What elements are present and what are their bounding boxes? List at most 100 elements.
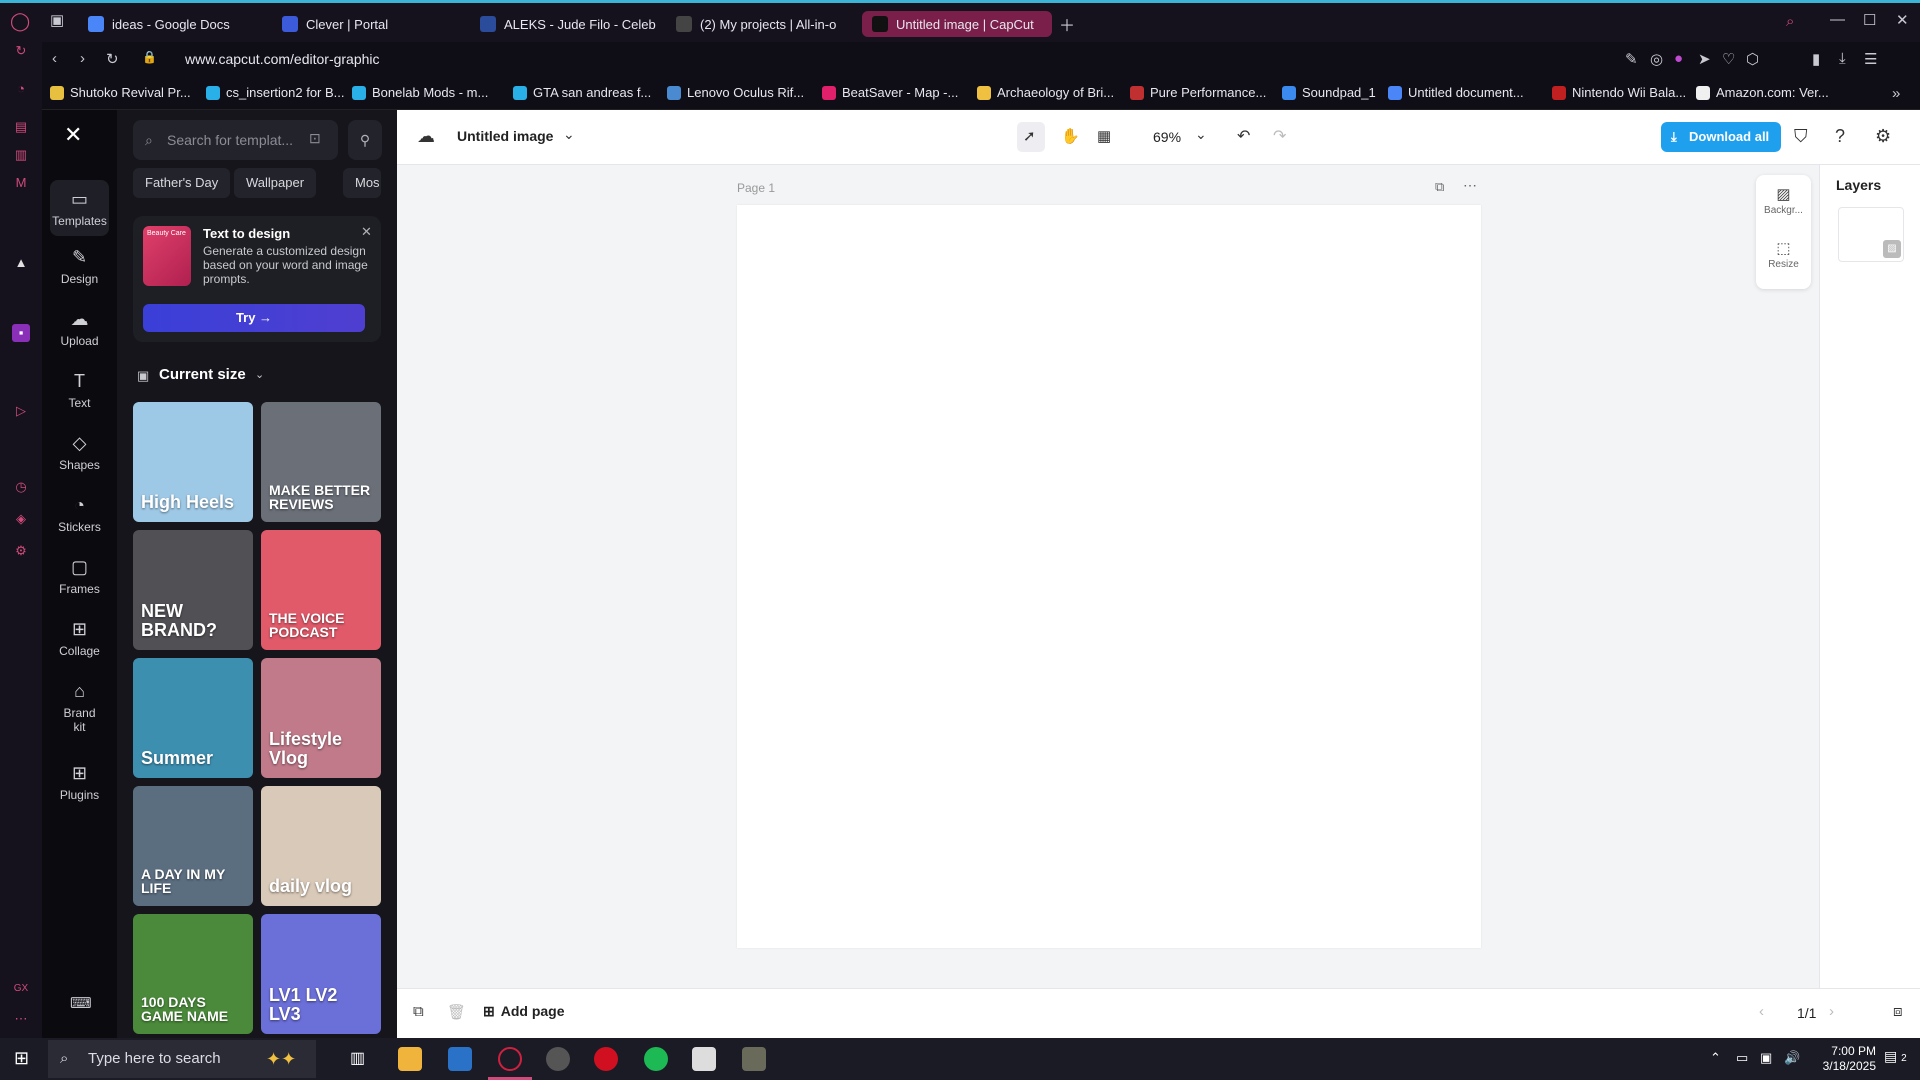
bookmark-item[interactable]: Shutoko Revival Pr...	[50, 85, 191, 100]
refresh-icon[interactable]: ↻	[12, 42, 30, 60]
show-hidden-icons[interactable]: ⌃	[1710, 1050, 1721, 1066]
page-more-icon[interactable]: ⋯	[1463, 177, 1477, 194]
undo-icon[interactable]: ↶	[1237, 126, 1250, 146]
prev-page-icon[interactable]: ‹	[1759, 1003, 1764, 1020]
mail-icon[interactable]: M	[12, 174, 30, 192]
rail-item-design[interactable]: ✎ Design	[42, 246, 117, 286]
chip-more[interactable]: Mos	[343, 168, 381, 198]
box-icon[interactable]: ⬡	[1746, 50, 1759, 68]
shield-icon[interactable]: ⛉	[1794, 126, 1808, 147]
vpn-icon[interactable]: ●	[1674, 50, 1683, 67]
bookmark-item[interactable]: BeatSaver - Map -...	[822, 85, 958, 100]
wallet-icon[interactable]: ▥	[12, 146, 30, 164]
zoom-level[interactable]: 69%	[1153, 129, 1181, 145]
triangle-app-icon[interactable]: ▲	[12, 254, 30, 272]
edit-icon[interactable]: ✎	[1625, 50, 1638, 68]
chevron-down-icon[interactable]: ⌄	[1195, 126, 1207, 143]
rail-item-stickers[interactable]: ◔ Stickers	[42, 494, 117, 534]
heart-icon[interactable]: ♡	[1722, 50, 1735, 68]
rail-item-plugins[interactable]: ⊞ Plugins	[42, 762, 117, 802]
chevron-down-icon[interactable]: ⌄	[255, 368, 264, 381]
back-icon[interactable]: ‹	[52, 50, 57, 67]
tray-icon[interactable]: ▭	[1736, 1050, 1748, 1066]
download-all-button[interactable]: ⤓ Download all	[1661, 122, 1781, 152]
volume-icon[interactable]: 🔊	[1784, 1050, 1800, 1066]
player-icon[interactable]: ▷	[12, 402, 30, 420]
store-icon[interactable]	[448, 1047, 472, 1071]
history-icon[interactable]: ◷	[12, 478, 30, 496]
app-icon[interactable]	[546, 1047, 570, 1071]
rail-item-upload[interactable]: ☁ Upload	[42, 308, 117, 348]
tab-capcut-active[interactable]: Untitled image | CapCut	[862, 11, 1052, 37]
template-thumbnail[interactable]: High Heels	[133, 402, 253, 522]
maximize-icon[interactable]: ☐	[1863, 11, 1876, 29]
design-page[interactable]	[737, 205, 1481, 948]
windows-start-icon[interactable]: ⊞	[14, 1048, 29, 1069]
image-search-icon[interactable]: ⊡	[309, 130, 321, 147]
tab-menu-icon[interactable]: ▣	[50, 11, 64, 29]
hand-tool-icon[interactable]: ✋	[1061, 127, 1080, 145]
help-icon[interactable]: ?	[1835, 126, 1845, 147]
template-thumbnail[interactable]: NEW BRAND?	[133, 530, 253, 650]
spotify-icon[interactable]	[644, 1047, 668, 1071]
bag-icon[interactable]: ▤	[12, 118, 30, 136]
notifications-button[interactable]: ▤ 2	[1884, 1048, 1907, 1065]
bookmark-item[interactable]: Nintendo Wii Bala...	[1552, 85, 1686, 100]
download-icon[interactable]: ⤓	[1839, 50, 1846, 67]
rail-item-shapes[interactable]: ◇ Shapes	[42, 432, 117, 472]
duplicate-page-icon[interactable]: ⧉	[1435, 179, 1444, 195]
task-view-icon[interactable]: ▥	[350, 1048, 365, 1068]
bookmark-item[interactable]: Untitled document...	[1388, 85, 1524, 100]
bookmark-item[interactable]: Archaeology of Bri...	[977, 85, 1114, 100]
template-thumbnail[interactable]: LV1 LV2 LV3	[261, 914, 381, 1034]
tab-clever[interactable]: Clever | Portal	[272, 11, 422, 37]
template-thumbnail[interactable]: MAKE BETTER REVIEWS	[261, 402, 381, 522]
bookmark-item[interactable]: Pure Performance...	[1130, 85, 1266, 100]
template-thumbnail[interactable]: 100 DAYS GAME NAME	[133, 914, 253, 1034]
bookmark-item[interactable]: GTA san andreas f...	[513, 85, 651, 100]
redo-icon[interactable]: ↷	[1273, 126, 1286, 146]
camera-icon[interactable]: ◎	[1650, 50, 1663, 68]
twitch-icon[interactable]: ▪	[12, 324, 30, 342]
close-window-icon[interactable]: ✕	[1896, 11, 1909, 29]
reload-icon[interactable]: ↻	[106, 50, 119, 68]
trash-icon[interactable]: 🗑	[447, 1003, 466, 1021]
template-thumbnail[interactable]: A DAY IN MY LIFE	[133, 786, 253, 906]
tab-my-projects[interactable]: (2) My projects | All-in-o	[666, 11, 856, 37]
template-search-input[interactable]: Search for templat...	[133, 120, 338, 160]
settings-icon[interactable]: ⚙	[12, 542, 30, 560]
opera-gx-icon[interactable]	[498, 1047, 522, 1071]
capcut-taskbar-icon[interactable]	[742, 1047, 766, 1071]
rail-item-collage[interactable]: ⊞ Collage	[42, 618, 117, 658]
cube-icon[interactable]: ◈	[12, 510, 30, 528]
rail-item-frames[interactable]: ▢ Frames	[42, 556, 117, 596]
settings-icon[interactable]: ⚙	[1875, 126, 1891, 147]
bookmark-item[interactable]: cs_insertion2 for B...	[206, 85, 345, 100]
close-icon[interactable]: ✕	[361, 224, 372, 240]
taskbar-search-input[interactable]: ⌕ Type here to search ✦✦	[48, 1040, 316, 1078]
more-icon[interactable]: ⋯	[12, 1010, 30, 1028]
rail-item-text[interactable]: T Text	[42, 370, 117, 410]
add-page-button[interactable]: ⊞ Add page	[483, 1003, 565, 1020]
template-thumbnail[interactable]: daily vlog	[261, 786, 381, 906]
media-player-icon[interactable]	[594, 1047, 618, 1071]
bookmark-item[interactable]: Bonelab Mods - m...	[352, 85, 488, 100]
menu-icon[interactable]: ☰	[1864, 50, 1877, 68]
tab-google-docs[interactable]: ideas - Google Docs	[78, 11, 238, 37]
forward-icon[interactable]: ›	[80, 50, 85, 67]
filter-button[interactable]: ⚲	[348, 120, 382, 160]
template-thumbnail[interactable]: Summer	[133, 658, 253, 778]
template-thumbnail[interactable]: THE VOICE PODCAST	[261, 530, 381, 650]
capcut-logo-icon[interactable]: ✕	[64, 122, 82, 148]
layer-thumbnail[interactable]: ▨	[1838, 207, 1904, 262]
bookmark-item[interactable]: Amazon.com: Ver...	[1696, 85, 1829, 100]
bookmark-item[interactable]: Soundpad_1	[1282, 85, 1376, 100]
layers-toggle-icon[interactable]: ⧈	[1893, 1003, 1903, 1020]
rail-item-templates[interactable]: ▭ Templates	[50, 180, 109, 236]
template-thumbnail[interactable]: Lifestyle Vlog	[261, 658, 381, 778]
layout-icon[interactable]: ▦	[1097, 127, 1111, 145]
current-size-dropdown[interactable]: Current size	[159, 366, 246, 383]
network-icon[interactable]: ▣	[1760, 1050, 1772, 1066]
send-icon[interactable]: ➤	[1698, 50, 1711, 68]
keyboard-shortcuts-icon[interactable]: ⌨	[70, 994, 92, 1012]
